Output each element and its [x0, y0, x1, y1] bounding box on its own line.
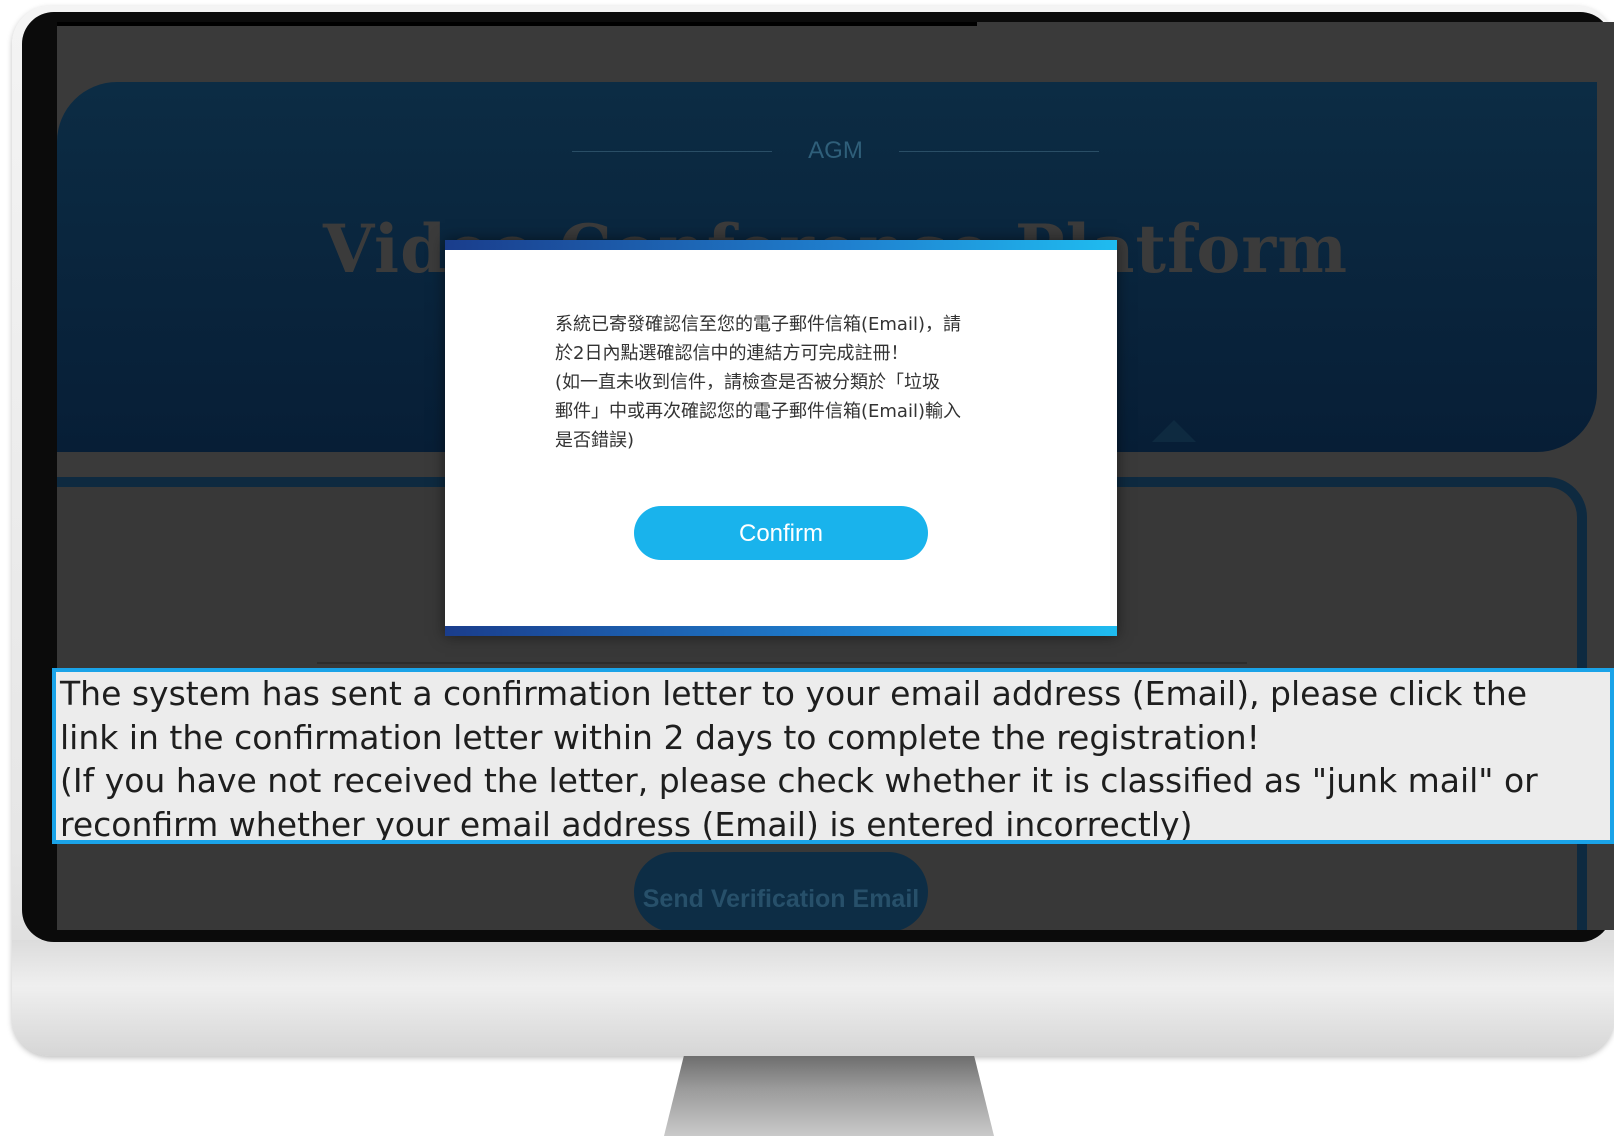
monitor-chin: [12, 940, 1614, 1056]
divider-right: [898, 150, 1099, 152]
send-verification-email-button[interactable]: Send Verification Email: [634, 852, 928, 930]
dialog-message: 系統已寄發確認信至您的電子郵件信箱(Email)，請 於2日內點選確認信中的連結…: [555, 314, 961, 451]
divider-left: [572, 150, 773, 152]
agm-heading: AGM: [57, 137, 1614, 165]
dialog-bottom-bar: [445, 626, 1117, 636]
translation-caption: The system has sent a confirmation lette…: [52, 668, 1614, 844]
screen-top-edge: [57, 22, 977, 26]
confirm-button[interactable]: Confirm: [634, 506, 928, 560]
stage: AGM Video Conference Platform Send Verif…: [0, 0, 1614, 1136]
monitor-stand: [664, 1056, 994, 1136]
email-field-underline: [317, 662, 1247, 664]
confirmation-dialog: 系統已寄發確認信至您的電子郵件信箱(Email)，請 於2日內點選確認信中的連結…: [445, 240, 1117, 636]
agm-label: AGM: [808, 137, 863, 164]
dialog-top-bar: [445, 240, 1117, 250]
panel-notch: [1152, 420, 1196, 442]
